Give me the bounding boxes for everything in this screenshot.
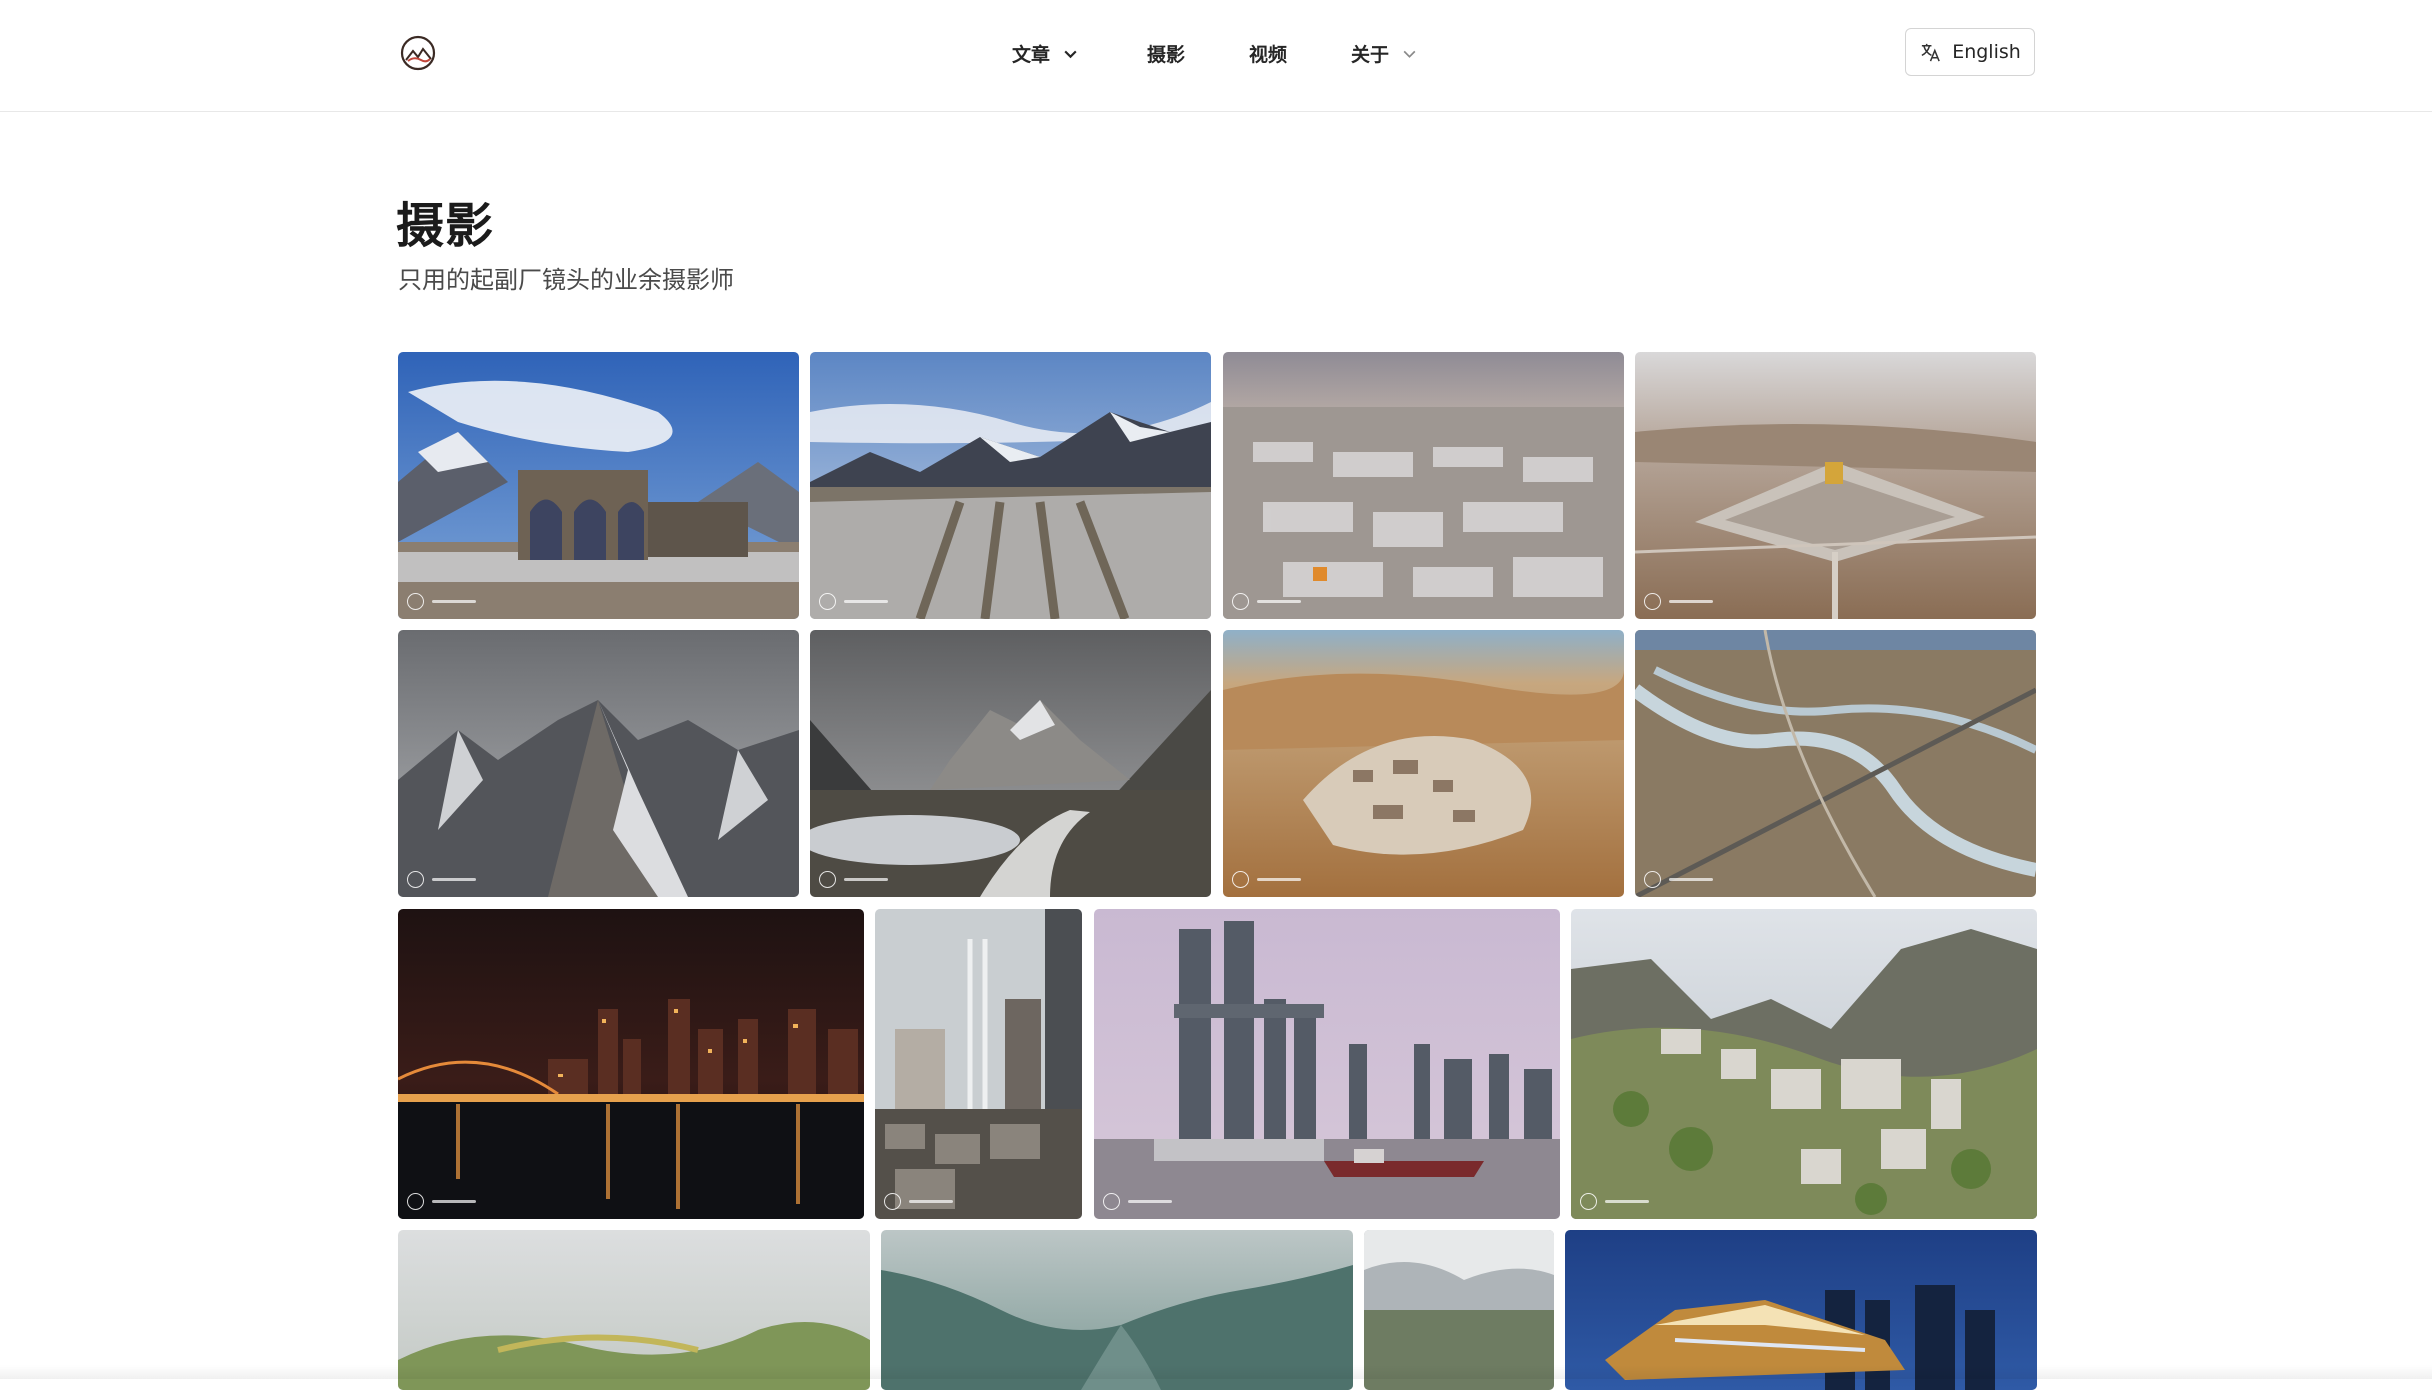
gallery-photo[interactable] [1635, 352, 2036, 619]
site-logo-icon[interactable] [399, 34, 437, 72]
watermark-icon [1103, 1193, 1172, 1210]
watermark-icon [819, 593, 888, 610]
watermark-icon [884, 1193, 953, 1210]
watermark-icon [1232, 871, 1301, 888]
page-title: 摄影 [396, 198, 495, 254]
gallery-photo[interactable] [1094, 909, 1560, 1219]
gallery-photo[interactable] [1223, 630, 1624, 897]
gallery-photo[interactable] [398, 352, 799, 619]
site-header: 文章 摄影 视频 关于 English [0, 0, 2432, 112]
watermark-icon [407, 1193, 476, 1210]
gallery-photo[interactable] [810, 352, 1211, 619]
translate-icon [1921, 43, 1941, 61]
nav-item-label: 视频 [1249, 43, 1288, 66]
gallery-photo[interactable] [398, 909, 864, 1219]
nav-item-photography[interactable]: 摄影 [1147, 36, 1185, 70]
gallery-photo[interactable] [398, 630, 799, 897]
gallery-photo[interactable] [810, 630, 1211, 897]
nav-item-videos[interactable]: 视频 [1249, 36, 1287, 70]
chevron-down-icon [1064, 50, 1077, 58]
watermark-icon [1580, 1193, 1649, 1210]
watermark-icon [407, 593, 476, 610]
nav-item-label: 文章 [1012, 43, 1051, 66]
language-label: English [1952, 41, 2021, 63]
watermark-icon [1644, 593, 1713, 610]
nav-item-label: 关于 [1351, 43, 1390, 66]
bottom-fade [0, 1365, 2432, 1379]
gallery-photo[interactable] [875, 909, 1082, 1219]
watermark-icon [1232, 593, 1301, 610]
watermark-icon [819, 871, 888, 888]
nav-item-articles[interactable]: 文章 [1012, 36, 1079, 70]
gallery-photo[interactable] [1571, 909, 2037, 1219]
page-subtitle: 只用的起副厂镜头的业余摄影师 [398, 266, 734, 294]
language-switch-button[interactable]: English [1905, 28, 2035, 76]
gallery-photo[interactable] [1635, 630, 2036, 897]
watermark-icon [1644, 871, 1713, 888]
gallery-photo[interactable] [1223, 352, 1624, 619]
nav-item-about[interactable]: 关于 [1351, 36, 1418, 70]
chevron-down-icon [1403, 50, 1416, 58]
watermark-icon [407, 871, 476, 888]
nav-item-label: 摄影 [1147, 43, 1186, 66]
